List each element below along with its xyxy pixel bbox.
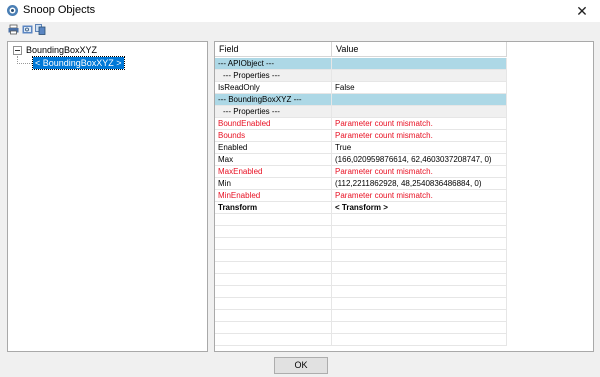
empty-cell xyxy=(332,274,507,285)
empty-cell xyxy=(332,298,507,309)
empty-cell xyxy=(332,334,507,345)
empty-cell xyxy=(215,238,332,249)
properties-grid[interactable]: Field Value --- APIObject --- --- Proper… xyxy=(214,41,594,352)
collapse-icon[interactable] xyxy=(13,46,22,55)
table-row[interactable]: Bounds Parameter count mismatch. xyxy=(215,130,507,142)
empty-row xyxy=(215,310,507,322)
column-header-value[interactable]: Value xyxy=(332,42,507,57)
field-cell: MinEnabled xyxy=(215,190,332,201)
toolbar xyxy=(0,22,600,38)
empty-cell xyxy=(215,286,332,297)
field-cell: IsReadOnly xyxy=(215,82,332,93)
value-cell xyxy=(332,70,507,81)
tree-node-root-label[interactable]: BoundingBoxXYZ xyxy=(26,45,97,55)
empty-cell xyxy=(215,274,332,285)
empty-cell xyxy=(332,262,507,273)
title-bar: Snoop Objects ✕ xyxy=(0,0,600,22)
copy-icon[interactable] xyxy=(35,24,46,35)
empty-cell xyxy=(215,214,332,225)
field-cell: Min xyxy=(215,178,332,189)
grid-header: Field Value xyxy=(215,42,507,57)
field-cell: --- Properties --- xyxy=(215,106,332,117)
value-cell: False xyxy=(332,82,507,93)
value-cell xyxy=(332,58,507,69)
empty-row xyxy=(215,298,507,310)
empty-row xyxy=(215,334,507,346)
empty-cell xyxy=(332,310,507,321)
empty-cell xyxy=(332,322,507,333)
field-cell: BoundEnabled xyxy=(215,118,332,129)
tree-connector xyxy=(17,63,32,64)
field-cell: --- BoundingBoxXYZ --- xyxy=(215,94,332,105)
value-cell: Parameter count mismatch. xyxy=(332,190,507,201)
column-header-field[interactable]: Field xyxy=(215,42,332,57)
field-cell: --- Properties --- xyxy=(215,70,332,81)
print-preview-icon[interactable] xyxy=(22,24,33,35)
value-cell: (112,2211862928, 48,2540836486884, 0) xyxy=(332,178,507,189)
empty-cell xyxy=(215,226,332,237)
table-row[interactable]: --- Properties --- xyxy=(215,106,507,118)
field-cell: MaxEnabled xyxy=(215,166,332,177)
value-cell xyxy=(332,94,507,105)
empty-cell xyxy=(215,298,332,309)
value-cell: True xyxy=(332,142,507,153)
table-row[interactable]: Transform < Transform > xyxy=(215,202,507,214)
field-cell: Bounds xyxy=(215,130,332,141)
close-button[interactable]: ✕ xyxy=(564,0,600,22)
field-cell: Transform xyxy=(215,202,332,213)
value-cell: Parameter count mismatch. xyxy=(332,130,507,141)
empty-cell xyxy=(215,322,332,333)
ok-button[interactable]: OK xyxy=(274,357,328,374)
table-row[interactable]: IsReadOnly False xyxy=(215,82,507,94)
value-cell: (166,020959876614, 62,4603037208747, 0) xyxy=(332,154,507,165)
empty-cell xyxy=(332,226,507,237)
empty-cell xyxy=(215,250,332,261)
table-row[interactable]: MaxEnabled Parameter count mismatch. xyxy=(215,166,507,178)
empty-cell xyxy=(332,214,507,225)
empty-row xyxy=(215,274,507,286)
tree-node-selected[interactable]: < BoundingBoxXYZ > xyxy=(32,56,125,70)
table-row[interactable]: --- Properties --- xyxy=(215,70,507,82)
empty-row xyxy=(215,262,507,274)
object-tree[interactable]: BoundingBoxXYZ < BoundingBoxXYZ > xyxy=(7,41,208,352)
field-cell: --- APIObject --- xyxy=(215,58,332,69)
table-row[interactable]: Enabled True xyxy=(215,142,507,154)
table-row[interactable]: Min (112,2211862928, 48,2540836486884, 0… xyxy=(215,178,507,190)
empty-cell xyxy=(215,262,332,273)
table-row[interactable]: Max (166,020959876614, 62,4603037208747,… xyxy=(215,154,507,166)
print-icon[interactable] xyxy=(8,24,19,35)
empty-cell xyxy=(215,310,332,321)
field-cell: Max xyxy=(215,154,332,165)
close-icon[interactable]: ✕ xyxy=(576,3,588,19)
table-row[interactable]: --- BoundingBoxXYZ --- xyxy=(215,94,507,106)
empty-cell xyxy=(332,286,507,297)
value-cell: < Transform > xyxy=(332,202,507,213)
empty-cell xyxy=(332,238,507,249)
table-row[interactable]: --- APIObject --- xyxy=(215,58,507,70)
table-row[interactable]: MinEnabled Parameter count mismatch. xyxy=(215,190,507,202)
snoop-icon xyxy=(7,5,18,16)
field-cell: Enabled xyxy=(215,142,332,153)
empty-row xyxy=(215,238,507,250)
empty-row xyxy=(215,250,507,262)
value-cell: Parameter count mismatch. xyxy=(332,118,507,129)
empty-cell xyxy=(332,250,507,261)
value-cell: Parameter count mismatch. xyxy=(332,166,507,177)
window-title: Snoop Objects xyxy=(23,4,96,16)
empty-cell xyxy=(215,334,332,345)
table-row[interactable]: BoundEnabled Parameter count mismatch. xyxy=(215,118,507,130)
value-cell xyxy=(332,106,507,117)
empty-row xyxy=(215,226,507,238)
empty-row xyxy=(215,286,507,298)
empty-row xyxy=(215,214,507,226)
empty-row xyxy=(215,322,507,334)
